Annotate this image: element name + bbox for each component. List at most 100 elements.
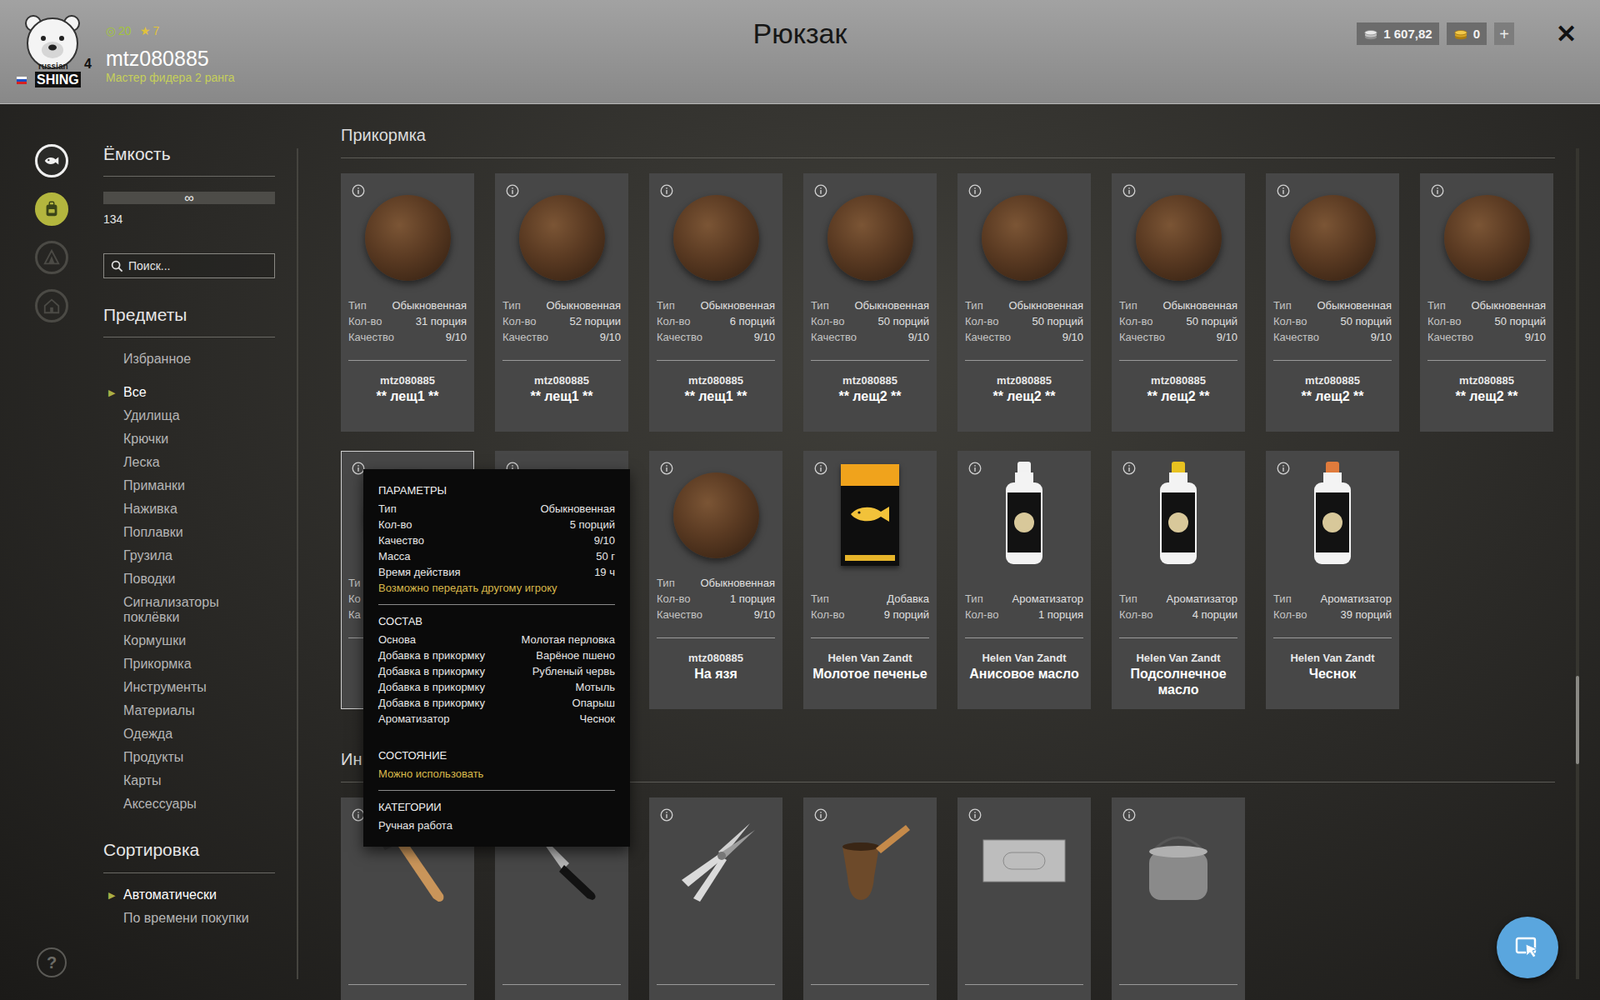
- add-currency-button[interactable]: +: [1494, 22, 1515, 45]
- item-stats: ТипОбыкновеннаяКол-во6 порцийКачество9/1…: [650, 290, 782, 360]
- cursor-mode-button[interactable]: [1496, 916, 1559, 979]
- category-item[interactable]: Грузила: [103, 544, 275, 568]
- option-label: Все: [123, 385, 147, 400]
- item-image: [804, 174, 936, 291]
- item-card[interactable]: ТипОбыкновеннаяКол-во50 порцийКачество9/…: [1420, 173, 1554, 432]
- item-card[interactable]: [803, 797, 937, 1000]
- category-item[interactable]: Приманки: [103, 474, 275, 498]
- option-label: Наживка: [123, 501, 178, 517]
- item-card[interactable]: ТипОбыкновеннаяКол-во6 порцийКачество9/1…: [649, 173, 783, 432]
- pliers-icon: [670, 815, 762, 915]
- stat-value: Ароматизатор: [1166, 590, 1238, 607]
- player-stats: ◎20★7: [105, 23, 235, 39]
- category-item[interactable]: Инструменты: [103, 675, 275, 700]
- option-label: Поводки: [123, 571, 176, 587]
- stat-label: Качество: [810, 329, 857, 345]
- item-caption: [804, 985, 936, 1000]
- item-card[interactable]: [957, 797, 1091, 1000]
- stat-label: Тип: [1427, 297, 1446, 314]
- stat-row: Качество9/10: [958, 329, 1090, 345]
- category-item[interactable]: Продукты: [103, 745, 275, 770]
- close-button[interactable]: ✕: [1555, 21, 1577, 47]
- app: russianSHING4◎20★7mtz080885Мастер фидера…: [0, 0, 1600, 1000]
- category-item[interactable]: Одежда: [103, 722, 275, 746]
- search-box[interactable]: [103, 253, 275, 279]
- stat-value: Обыкновенная: [700, 575, 775, 591]
- stat-value: Обыкновенная: [854, 297, 930, 314]
- category-item[interactable]: Поводки: [103, 567, 275, 591]
- tooltip-row: Масса50 г: [378, 548, 615, 565]
- scrollbar-thumb[interactable]: [1575, 675, 1580, 765]
- item-card[interactable]: ТиКоКаПАРАМЕТРЫТипОбыкновеннаяКол-во5 по…: [340, 450, 475, 710]
- bottle-label-art: [1014, 512, 1035, 533]
- category-item[interactable]: Карты: [103, 769, 275, 793]
- item-card[interactable]: ТипОбыкновеннаяКол-во31 порцияКачество9/…: [340, 173, 475, 432]
- item-card[interactable]: ТипАроматизаторКол-во1 порцияHelen Van Z…: [957, 450, 1091, 710]
- item-stats: ТипОбыкновеннаяКол-во50 порцийКачество9/…: [1112, 290, 1245, 360]
- item-name: ** лещ2 **: [992, 388, 1055, 405]
- item-card[interactable]: ТипОбыкновеннаяКол-во50 порцийКачество9/…: [957, 173, 1091, 432]
- search-input[interactable]: [128, 257, 268, 275]
- option-label: Аксессуары: [123, 796, 197, 812]
- stat-label: Качество: [656, 329, 703, 345]
- item-card[interactable]: ТипОбыкновеннаяКол-во50 порцийКачество9/…: [1265, 173, 1400, 432]
- nav-icon-wrap: [42, 248, 61, 267]
- category-item[interactable]: Аксессуары: [103, 792, 275, 816]
- help-button[interactable]: ?: [36, 947, 67, 978]
- item-card[interactable]: ТипАроматизаторКол-во39 порцийHelen Van …: [1265, 450, 1400, 710]
- content-area: ? Ёмкость∞134ПредметыИзбранное▶ВсеУдилищ…: [0, 104, 1600, 1000]
- category-item[interactable]: Избранное: [103, 347, 275, 371]
- groundbait-ball: [1444, 195, 1530, 281]
- tent-icon: [42, 248, 61, 267]
- category-item[interactable]: Кормушки: [103, 629, 275, 653]
- nav-button[interactable]: [35, 144, 69, 178]
- category-item[interactable]: Крючки: [103, 427, 275, 451]
- tooltip-section: КАТЕГОРИИРучная работа: [378, 799, 615, 834]
- category-item[interactable]: Материалы: [103, 699, 275, 723]
- stat-row: ТипОбыкновенная: [804, 297, 936, 314]
- item-card[interactable]: ТипОбыкновеннаяКол-во52 порцииКачество9/…: [495, 173, 629, 432]
- stat-value: Ароматизатор: [1012, 590, 1084, 607]
- item-card[interactable]: ТипОбыкновеннаяКол-во1 порцияКачество9/1…: [649, 450, 783, 710]
- item-card[interactable]: [649, 797, 783, 1000]
- stat-value: 9/10: [1216, 329, 1238, 345]
- item-stats: ТипАроматизаторКол-во4 порции: [1112, 568, 1245, 638]
- nav-button[interactable]: [35, 192, 69, 226]
- item-card[interactable]: ТипАроматизаторКол-во4 порцииHelen Van Z…: [1111, 450, 1245, 710]
- stat-value: 9/10: [1525, 329, 1546, 345]
- item-stats: [341, 915, 474, 985]
- category-item[interactable]: Удилища: [103, 404, 275, 428]
- category-item[interactable]: ▶Автоматически: [103, 883, 275, 907]
- stat-label: Кол-во: [502, 313, 536, 330]
- bottle-neck: [1169, 472, 1188, 483]
- info-icon: [1122, 184, 1136, 198]
- item-card[interactable]: [1111, 797, 1245, 1000]
- item-card[interactable]: ТипОбыкновеннаяКол-во50 порцийКачество9/…: [803, 173, 937, 432]
- cursor-icon: [1514, 934, 1541, 961]
- stat-row: Качество9/10: [650, 329, 782, 345]
- stat-label: Кол-во: [1119, 313, 1153, 330]
- category-item[interactable]: ▶Все: [103, 380, 275, 405]
- category-item[interactable]: Поплавки: [103, 520, 275, 545]
- stat-label: Качество: [656, 606, 703, 623]
- stat-row: ТипОбыкновенная: [1266, 297, 1399, 314]
- stat-label: Ко: [348, 590, 361, 607]
- backpack-icon: [42, 200, 61, 219]
- tooltip-row-label: Масса: [378, 548, 410, 565]
- tooltip-section: ПАРАМЕТРЫТипОбыкновеннаяКол-во5 порцийКа…: [378, 482, 615, 596]
- category-item[interactable]: Наживка: [103, 497, 275, 521]
- scrollbar[interactable]: [1575, 148, 1580, 980]
- category-item[interactable]: Сигнализаторы поклёвки: [103, 590, 275, 630]
- stat-row: Кол-во1 порция: [650, 590, 782, 607]
- stat-label: Кол-во: [1427, 313, 1461, 330]
- sort-title: Сортировка: [103, 839, 275, 874]
- item-card[interactable]: ТипОбыкновеннаяКол-во50 порцийКачество9/…: [1111, 173, 1245, 432]
- tooltip-note: Можно использовать: [378, 765, 615, 782]
- category-item[interactable]: Прикормка: [103, 652, 275, 676]
- nav-icon-wrap: [42, 151, 61, 170]
- category-item[interactable]: Леска: [103, 450, 275, 475]
- item-image: [804, 451, 936, 569]
- category-item[interactable]: По времени покупки: [103, 906, 275, 930]
- stat-value: 9/10: [908, 329, 930, 345]
- item-card[interactable]: ТипДобавкаКол-во9 порцийHelen Van ZandtМ…: [803, 450, 937, 710]
